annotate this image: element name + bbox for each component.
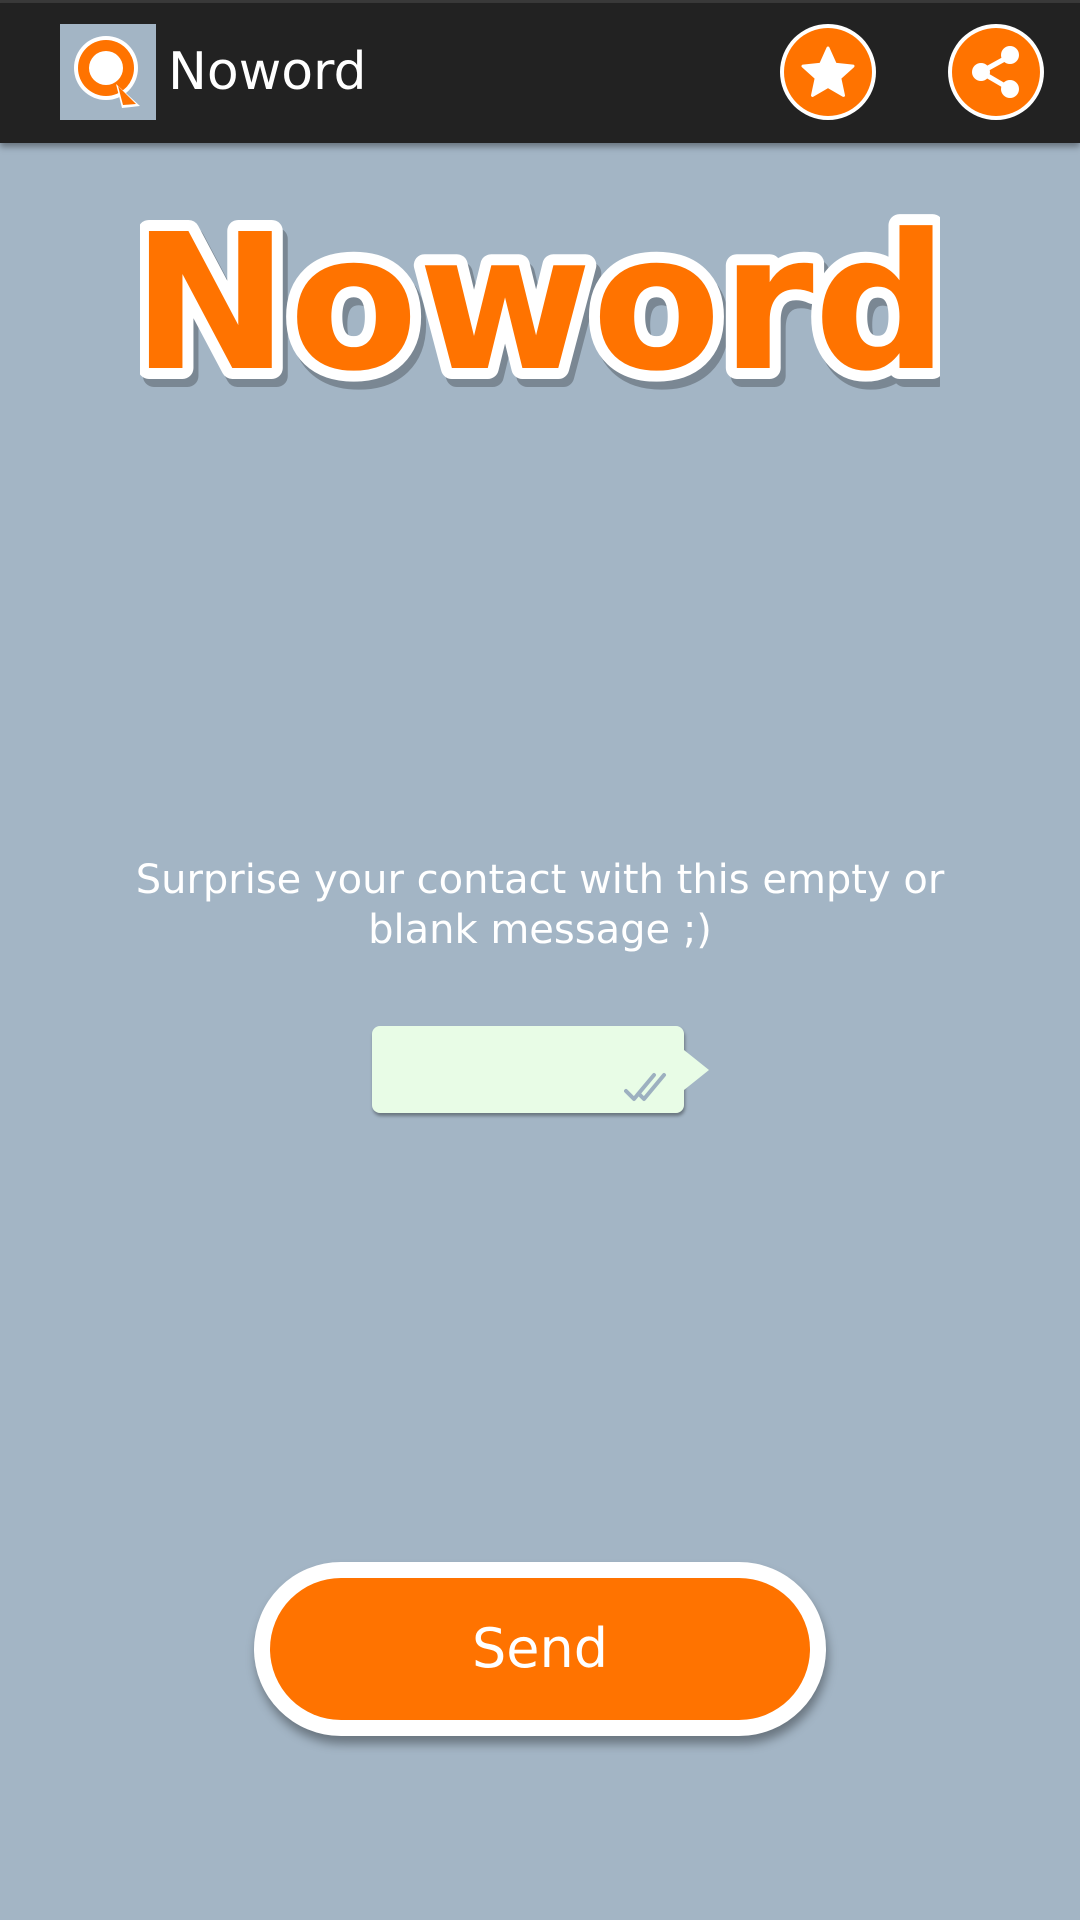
send-button[interactable]: Send [254,1562,826,1736]
share-icon [972,46,1019,98]
app-logo-icon[interactable] [60,24,156,120]
action-bar: Noword [0,3,1080,143]
rate-button[interactable] [780,24,876,120]
app-title: Noword [168,42,367,102]
prompt-text: Surprise your contact with this empty or… [135,857,945,953]
bubble-tail [684,1050,709,1090]
logo-text: Noword [140,194,940,413]
double-check-icon [624,1073,666,1101]
noword-logo: Noword Noword Noword [140,190,940,420]
star-icon [801,46,855,97]
send-button-label: Send [471,1617,608,1680]
message-preview-bubble [372,1026,684,1113]
share-button[interactable] [948,24,1044,120]
chat-bubble-icon [74,36,140,108]
